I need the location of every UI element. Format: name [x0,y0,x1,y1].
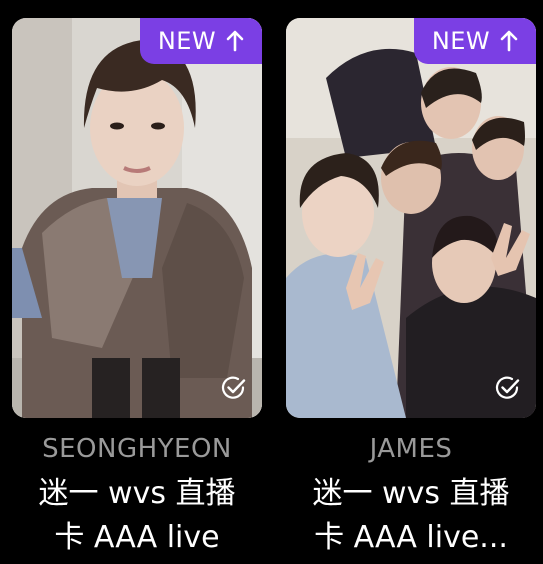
new-badge-label: NEW [157,27,217,55]
new-badge: NEW [140,18,262,64]
group-selfie-photo [286,18,536,418]
artist-name: SEONGHYEON [42,434,232,464]
photocard-item[interactable]: NEW SEONGHYEON 迷一 wvs 直播 卡 AAA live [12,18,262,560]
card-title-line: 卡 AAA live... [314,520,508,555]
card-title-line: 卡 AAA live [54,520,220,555]
artist-name: JAMES [369,434,453,464]
card-title[interactable]: 迷一 wvs 直播 卡 AAA live... [286,472,536,560]
check-circle-icon[interactable] [220,374,248,402]
card-title[interactable]: 迷一 wvs 直播 卡 AAA live [12,472,262,560]
new-badge-label: NEW [431,27,491,55]
photocard-image[interactable]: NEW [12,18,262,418]
new-badge: NEW [414,18,536,64]
photocard-grid: NEW SEONGHYEON 迷一 wvs 直播 卡 AAA live NEW … [0,0,543,564]
card-title-line: 迷一 wvs 直播 [38,476,236,511]
arrow-up-icon [500,30,518,52]
check-circle-icon[interactable] [494,374,522,402]
card-title-line: 迷一 wvs 直播 [312,476,510,511]
selfie-photo [12,18,262,418]
photocard-item[interactable]: NEW JAMES 迷一 wvs 直播 卡 AAA live... [286,18,536,560]
arrow-up-icon [226,30,244,52]
photocard-image[interactable]: NEW [286,18,536,418]
